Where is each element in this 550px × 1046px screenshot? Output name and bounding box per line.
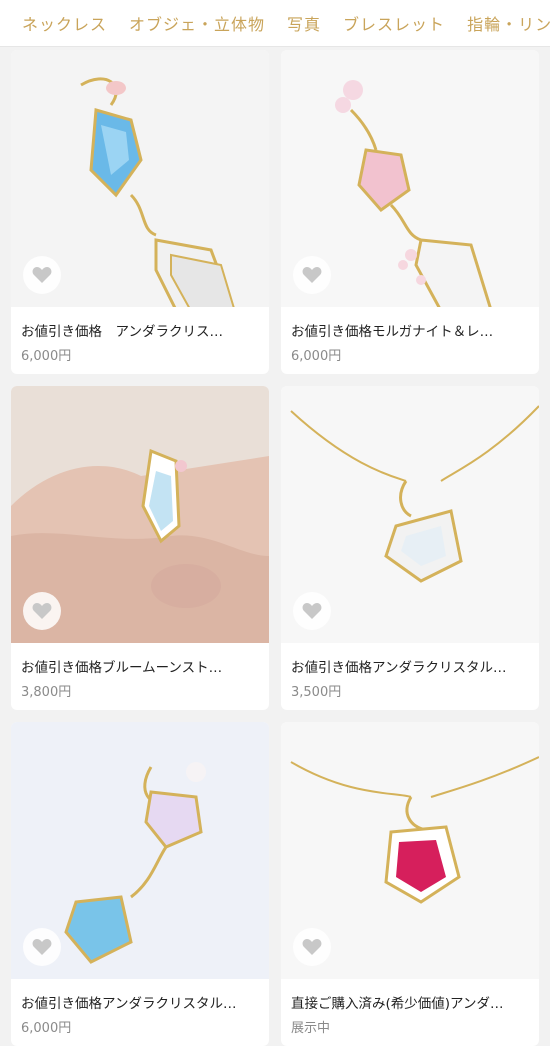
heart-icon xyxy=(302,939,322,955)
favorite-button[interactable] xyxy=(23,256,61,294)
product-title[interactable]: お値引き価格モルガナイト＆レ… xyxy=(291,320,533,340)
favorite-button[interactable] xyxy=(293,928,331,966)
product-price: 6,000円 xyxy=(291,349,342,364)
product-image[interactable] xyxy=(11,386,269,643)
favorite-button[interactable] xyxy=(293,256,331,294)
product-price: 6,000円 xyxy=(21,1021,72,1036)
product-title[interactable]: お値引き価格アンダラクリスタル… xyxy=(21,992,263,1012)
product-card[interactable]: お値引き価格 アンダラクリス… 6,000円 xyxy=(11,50,269,374)
product-card[interactable]: お値引き価格ブルームーンスト… 3,800円 xyxy=(11,386,269,710)
product-price: 3,800円 xyxy=(21,685,72,700)
product-image[interactable] xyxy=(281,50,539,307)
product-title[interactable]: お値引き価格ブルームーンスト… xyxy=(21,656,263,676)
product-image[interactable] xyxy=(11,722,269,979)
heart-icon xyxy=(302,603,322,619)
tab-objects[interactable]: オブジェ・立体物 xyxy=(117,11,275,35)
product-title[interactable]: お値引き価格アンダラクリスタル… xyxy=(291,656,533,676)
product-grid: お値引き価格 アンダラクリス… 6,000円 お値引き価格モルガナイト＆レ… 6… xyxy=(11,50,541,1046)
tab-necklace[interactable]: ネックレス xyxy=(0,11,117,35)
heart-icon xyxy=(32,267,52,283)
product-price: 3,500円 xyxy=(291,685,342,700)
product-card[interactable]: お値引き価格アンダラクリスタル… 3,500円 xyxy=(281,386,539,710)
tab-photo[interactable]: 写真 xyxy=(275,11,331,35)
tab-ring[interactable]: 指輪・リン xyxy=(455,11,550,35)
tab-bracelet[interactable]: ブレスレット xyxy=(331,11,455,35)
product-card[interactable]: お値引き価格アンダラクリスタル… 6,000円 xyxy=(11,722,269,1046)
heart-icon xyxy=(32,603,52,619)
product-image[interactable] xyxy=(281,722,539,979)
heart-icon xyxy=(32,939,52,955)
product-price: 展示中 xyxy=(291,1021,331,1036)
favorite-button[interactable] xyxy=(293,592,331,630)
product-price: 6,000円 xyxy=(21,349,72,364)
product-card[interactable]: お値引き価格モルガナイト＆レ… 6,000円 xyxy=(281,50,539,374)
heart-icon xyxy=(302,267,322,283)
product-title[interactable]: 直接ご購入済み(希少価値)アンダ… xyxy=(291,992,533,1012)
favorite-button[interactable] xyxy=(23,592,61,630)
product-image[interactable] xyxy=(281,386,539,643)
product-image[interactable] xyxy=(11,50,269,307)
category-tabs: ネックレス オブジェ・立体物 写真 ブレスレット 指輪・リン xyxy=(0,0,550,47)
product-card[interactable]: 直接ご購入済み(希少価値)アンダ… 展示中 xyxy=(281,722,539,1046)
product-title[interactable]: お値引き価格 アンダラクリス… xyxy=(21,320,263,340)
favorite-button[interactable] xyxy=(23,928,61,966)
